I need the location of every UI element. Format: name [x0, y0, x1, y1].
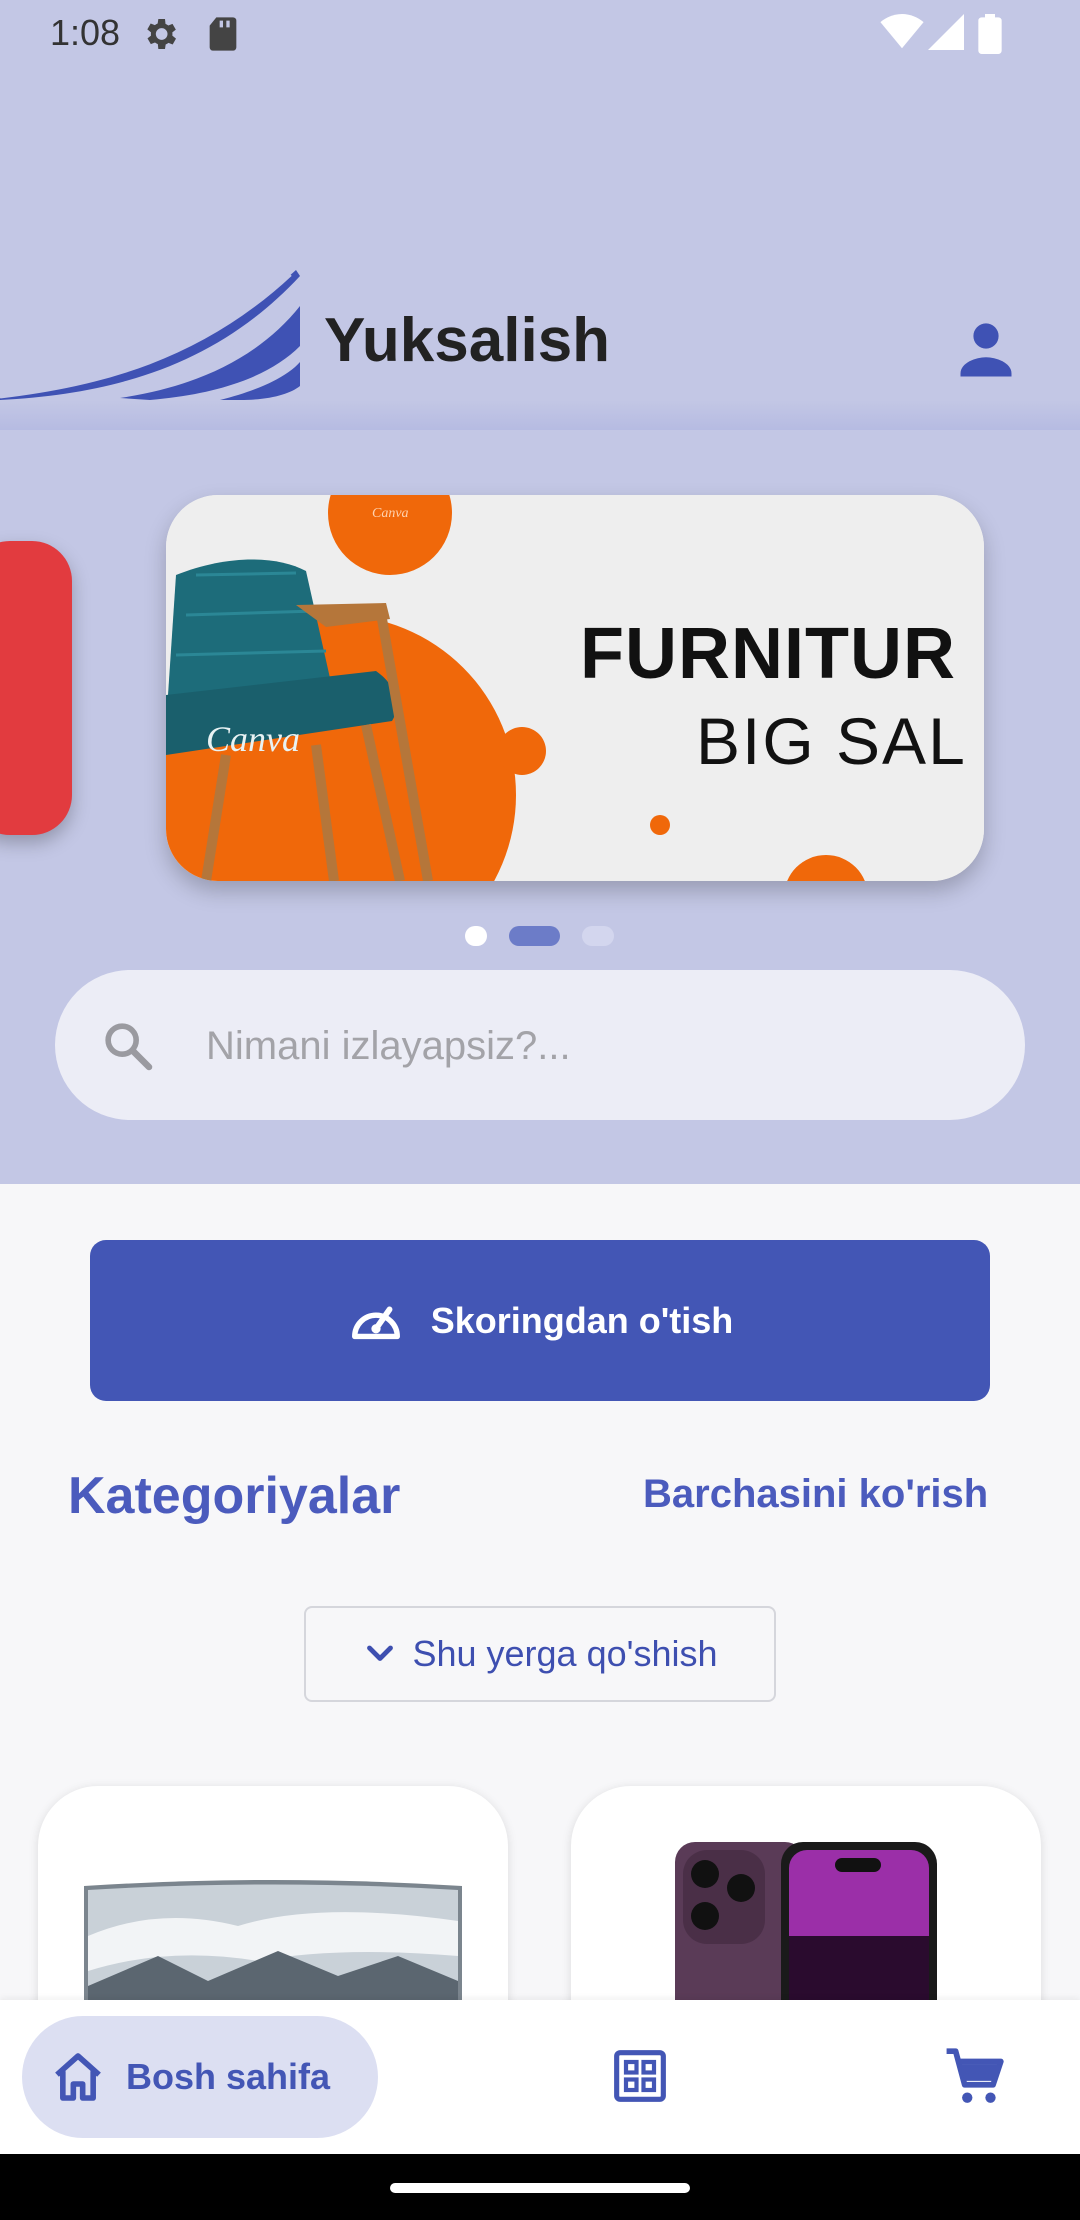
sd-card-icon	[209, 17, 237, 51]
banner-subtitle: BIG SAL	[696, 704, 967, 778]
carousel-dot-active[interactable]	[509, 926, 560, 946]
banner-title: FURNITUR	[580, 614, 956, 694]
header-divider	[0, 400, 1080, 430]
person-icon[interactable]	[950, 312, 1022, 384]
status-bar: 1:08	[0, 0, 1080, 66]
brand-logo	[0, 270, 302, 400]
home-icon	[55, 2053, 101, 2101]
chevron-down-icon	[367, 1645, 394, 1661]
canva-watermark: Canva	[206, 719, 300, 759]
categories-title: Kategoriyalar	[68, 1467, 401, 1525]
grid-icon[interactable]	[612, 2048, 668, 2104]
carousel-dot[interactable]	[582, 926, 614, 946]
status-time: 1:08	[50, 12, 121, 53]
cart-icon[interactable]	[944, 2046, 1006, 2108]
add-here-button[interactable]: Shu yerga qo'shish	[304, 1606, 776, 1702]
speedometer-icon	[351, 1305, 400, 1339]
wifi-icon	[880, 14, 924, 49]
carousel-dot[interactable]	[465, 926, 487, 946]
search-icon	[105, 1023, 153, 1071]
add-here-label: Shu yerga qo'shish	[412, 1633, 718, 1674]
battery-icon	[978, 14, 1002, 54]
carousel-indicator	[0, 926, 1080, 946]
search-input[interactable]	[206, 1016, 966, 1076]
signal-icon	[928, 14, 964, 50]
nav-home[interactable]: Bosh sahifa	[22, 2016, 378, 2138]
promo-banner[interactable]: Canva Canva FURNITUR BIG SAL	[166, 495, 984, 881]
home-gesture-handle[interactable]	[390, 2183, 690, 2193]
scoring-button[interactable]: Skoringdan o'tish	[90, 1240, 990, 1401]
carousel-prev-slide[interactable]	[0, 541, 72, 835]
see-all-link[interactable]: Barchasini ko'rish	[643, 1472, 988, 1517]
nav-home-label: Bosh sahifa	[126, 2056, 331, 2097]
scoring-button-label: Skoringdan o'tish	[430, 1299, 734, 1341]
settings-icon	[147, 19, 176, 49]
svg-text:Canva: Canva	[372, 506, 409, 521]
brand-name: Yuksalish	[324, 306, 611, 375]
